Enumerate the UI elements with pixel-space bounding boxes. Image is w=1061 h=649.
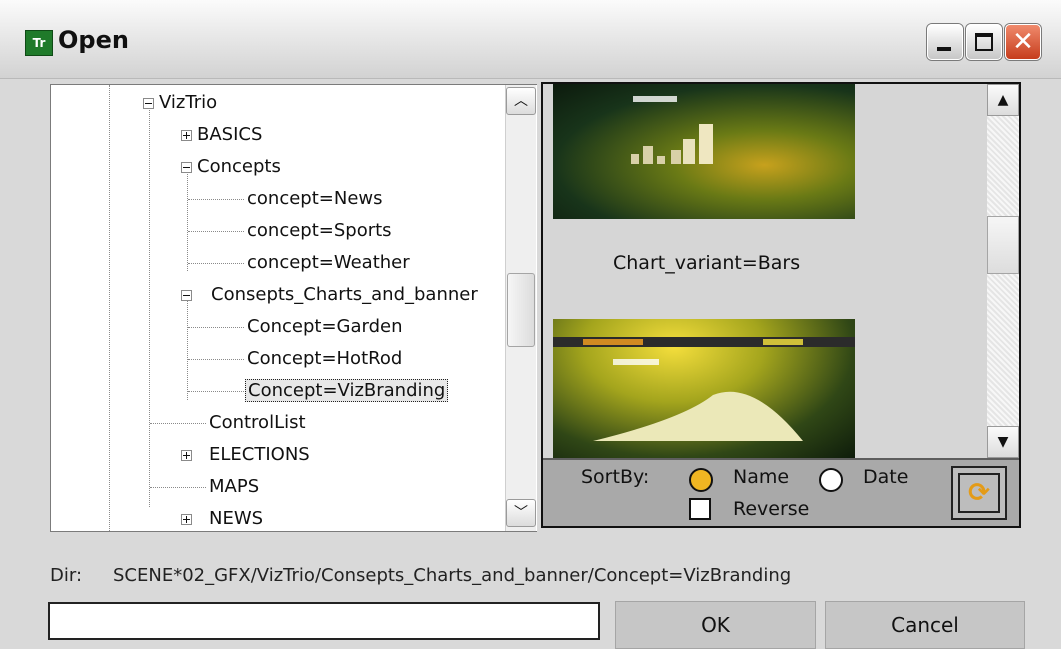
tree-line	[188, 327, 244, 328]
scroll-up-button[interactable]: ︿	[506, 87, 536, 115]
preview-panel: Chart_variant=Bars ▲ ▼ SortBy: Name Date…	[541, 82, 1021, 528]
tree-line	[188, 231, 244, 232]
thumbnail-bars-graphic	[631, 96, 713, 164]
tree-item-concept-sports[interactable]: concept=Sports	[247, 217, 392, 245]
refresh-button[interactable]: ⟳	[951, 466, 1007, 520]
tree-item-label: MAPS	[209, 476, 260, 497]
maximize-icon	[975, 33, 993, 51]
reverse-checkbox[interactable]	[689, 498, 711, 520]
minimize-button[interactable]	[927, 24, 963, 60]
tree-item-maps[interactable]: MAPS	[209, 473, 259, 501]
tree-item-label: Concept=Garden	[247, 316, 403, 337]
sort-date-radio[interactable]	[819, 468, 843, 492]
tree-item-label: Concepts	[197, 156, 281, 177]
tree-item-label: VizTrio	[159, 92, 218, 113]
folder-tree[interactable]: VizTrio BASICS Concepts concept=News con…	[50, 84, 537, 532]
chevron-up-icon: ︿	[514, 93, 528, 109]
tree-line	[187, 171, 188, 271]
tree-item-label: Concept=VizBranding	[245, 379, 449, 402]
triangle-up-icon: ▲	[997, 92, 1009, 108]
tree-item-label: ELECTIONS	[209, 444, 310, 465]
tree-item-controllist[interactable]: ControlList	[209, 409, 306, 437]
triangle-down-icon: ▼	[997, 434, 1009, 450]
tree-item-label: concept=News	[247, 188, 383, 209]
tree-scrollbar[interactable]: ︿ ﹀	[505, 85, 536, 531]
preview-scrollbar[interactable]: ▲ ▼	[987, 84, 1019, 458]
expand-icon[interactable]	[181, 514, 192, 525]
sort-bar: SortBy: Name Date Reverse ⟳	[543, 458, 1019, 526]
maximize-button[interactable]	[966, 24, 1002, 60]
close-icon: ✕	[1012, 27, 1034, 57]
close-button[interactable]: ✕	[1005, 24, 1041, 60]
collapse-icon[interactable]	[181, 290, 192, 301]
tree-line	[109, 85, 110, 531]
title-bar: Tr Open ✕	[0, 0, 1061, 79]
chevron-down-icon: ﹀	[514, 505, 528, 521]
scroll-thumb[interactable]	[507, 273, 535, 347]
preview-scroll-down-button[interactable]: ▼	[987, 426, 1019, 458]
tree-line	[188, 263, 244, 264]
filename-input[interactable]	[48, 602, 600, 640]
reverse-label: Reverse	[733, 498, 810, 520]
tree-line	[188, 199, 244, 200]
dir-path: SCENE*02_GFX/VizTrio/Consepts_Charts_and…	[113, 565, 792, 586]
tree-line	[188, 391, 244, 392]
tree-item-label: ControlList	[209, 412, 306, 433]
ok-button[interactable]: OK	[615, 601, 816, 649]
tree-item-label: Concept=HotRod	[247, 348, 403, 369]
scroll-down-button[interactable]: ﹀	[506, 499, 536, 527]
tree-item-concept-vizbranding[interactable]: Concept=VizBranding	[245, 377, 449, 405]
open-dialog: Tr Open ✕ VizTrio BASICS Concepts concep…	[0, 0, 1061, 649]
window-title: Open	[58, 26, 129, 54]
app-icon: Tr	[25, 30, 53, 56]
sortby-label: SortBy:	[581, 466, 650, 488]
sort-date-label: Date	[863, 466, 909, 488]
tree-line	[187, 300, 188, 400]
scene-thumbnail-bars[interactable]	[553, 84, 855, 219]
tree-line	[149, 107, 150, 507]
sort-name-radio[interactable]	[689, 468, 713, 492]
tree-line	[188, 359, 244, 360]
tree-item-label: Consepts_Charts_and_banner	[211, 284, 478, 305]
expand-icon[interactable]	[181, 450, 192, 461]
preview-scroll-thumb[interactable]	[987, 216, 1019, 274]
tree-item-concept-hotrod[interactable]: Concept=HotRod	[247, 345, 402, 373]
tree-item-label: NEWS	[209, 508, 264, 529]
tree-item-label: concept=Weather	[247, 252, 410, 273]
tree-item-label: BASICS	[197, 124, 263, 145]
tree-item-concept-garden[interactable]: Concept=Garden	[247, 313, 403, 341]
tree-line	[150, 487, 206, 488]
refresh-icon: ⟳	[958, 473, 1000, 513]
dir-label: Dir:	[50, 565, 83, 586]
preview-scroll-up-button[interactable]: ▲	[987, 84, 1019, 116]
minimize-icon	[937, 47, 951, 51]
expand-icon[interactable]	[181, 130, 192, 141]
scene-thumbnail-area[interactable]	[553, 319, 855, 458]
sort-name-label: Name	[733, 466, 790, 488]
cancel-button[interactable]: Cancel	[825, 601, 1025, 649]
tree-item-concept-news[interactable]: concept=News	[247, 185, 383, 213]
tree-line	[150, 423, 206, 424]
collapse-icon[interactable]	[143, 98, 154, 109]
tree-item-concept-weather[interactable]: concept=Weather	[247, 249, 410, 277]
collapse-icon[interactable]	[181, 162, 192, 173]
tree-item-label: concept=Sports	[247, 220, 392, 241]
thumbnail-area-graphic	[553, 337, 855, 441]
thumbnail-caption: Chart_variant=Bars	[613, 252, 801, 274]
